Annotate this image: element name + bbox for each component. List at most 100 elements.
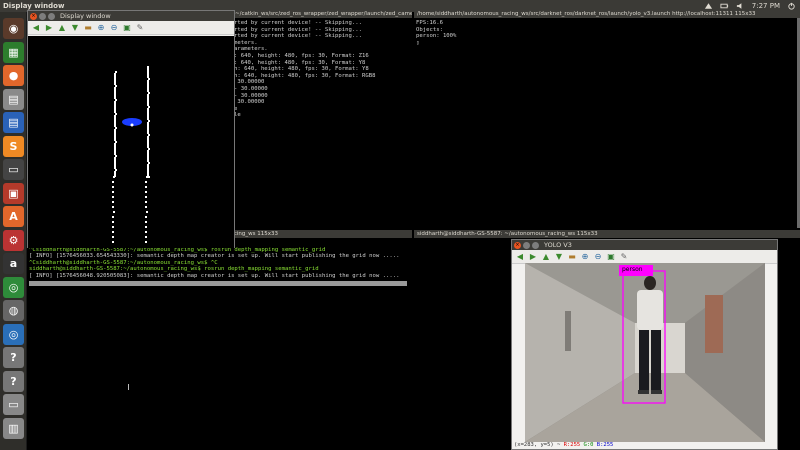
amazon-icon[interactable]: a — [3, 253, 24, 274]
camera-image[interactable]: person — [525, 263, 765, 442]
terminal-yolo-launch[interactable]: /home/siddharth/autonomous_racing_ws/src… — [414, 10, 800, 228]
save-icon[interactable]: ▣ — [122, 23, 132, 33]
battery-icon[interactable] — [720, 2, 729, 10]
terminal-cursor-line — [29, 280, 407, 286]
grid-point — [115, 127, 117, 129]
grid-point — [112, 221, 114, 223]
fit-icon[interactable]: ▬ — [83, 23, 93, 33]
grid-point — [114, 137, 116, 139]
grid-point — [114, 149, 116, 151]
unknown-app-2-icon[interactable]: ? — [3, 370, 24, 392]
calc-icon[interactable]: ▦ — [3, 41, 24, 63]
zoom-in-icon[interactable]: ⊕ — [580, 252, 590, 262]
grid-point — [114, 147, 116, 149]
close-icon[interactable]: × — [514, 241, 521, 249]
clock[interactable]: 7:27 PM — [752, 2, 780, 10]
grid-point — [147, 80, 149, 82]
arrow-up-icon[interactable]: ▲ — [57, 23, 67, 33]
terminal-line: - 30.00000 — [234, 92, 268, 99]
grid-point — [145, 206, 147, 208]
terminal-line: 30.00000 — [234, 99, 265, 106]
display-window[interactable]: × Display window ◀ ▶ ▲ ▼ ▬ ⊕ ⊖ ▣ ✎ — [27, 10, 235, 248]
terminal-line: person: 100% — [416, 33, 457, 40]
grid-point — [147, 150, 149, 152]
grid-point — [112, 191, 114, 193]
grid-point — [145, 216, 147, 218]
disk-icon[interactable]: ◍ — [3, 300, 24, 321]
terminal-line: - 30.00000 — [234, 85, 268, 92]
maximize-icon[interactable] — [532, 241, 539, 249]
grid-point — [114, 101, 116, 103]
trash-icon[interactable]: ▥ — [3, 417, 24, 439]
grid-point — [147, 172, 149, 174]
maximize-icon[interactable] — [48, 12, 55, 20]
grid-point — [147, 68, 149, 70]
sublime-icon[interactable]: S — [3, 135, 24, 157]
terminal-line: arameters. — [234, 46, 268, 53]
yolo-window[interactable]: × YOLO V3 ◀ ▶ ▲ ▼ ▬ ⊕ ⊖ ▣ ✎ person (x=28… — [511, 239, 778, 450]
window-titlebar[interactable]: × YOLO V3 — [512, 240, 777, 250]
grid-point — [147, 104, 149, 106]
grid-point — [114, 81, 116, 83]
impress-icon[interactable]: ▣ — [3, 182, 24, 204]
network-icon[interactable] — [704, 2, 713, 10]
window-titlebar[interactable]: × Display window — [28, 11, 234, 21]
window-title: Display window — [60, 12, 111, 20]
grid-point — [147, 168, 149, 170]
files-icon[interactable]: ▤ — [3, 88, 24, 110]
grid-point — [115, 141, 117, 143]
terminal-semantic-grid[interactable]: omous_racing_ws 115x33 th_mapping semant… — [27, 230, 412, 450]
volume-icon[interactable] — [736, 2, 745, 10]
close-icon[interactable]: × — [30, 12, 37, 20]
arrow-left-icon[interactable]: ◀ — [515, 252, 525, 262]
grid-point — [146, 176, 148, 178]
minimize-icon[interactable] — [39, 12, 46, 20]
window-title: YOLO V3 — [544, 241, 572, 249]
drive-icon[interactable]: ▭ — [3, 394, 24, 415]
power-icon[interactable] — [787, 2, 796, 10]
terminal-icon[interactable]: ▭ — [3, 159, 24, 180]
occupancy-grid-image[interactable] — [28, 36, 234, 248]
unknown-app-1-icon[interactable]: ? — [3, 347, 24, 368]
grid-point — [114, 89, 116, 91]
properties-icon[interactable]: ✎ — [135, 23, 145, 33]
grid-point — [147, 86, 149, 88]
grid-point — [148, 162, 150, 164]
grid-point — [148, 148, 150, 150]
chrome-icon[interactable]: ◎ — [3, 323, 24, 345]
zoom-out-icon[interactable]: ⊖ — [109, 23, 119, 33]
save-icon[interactable]: ▣ — [606, 252, 616, 262]
grid-point — [145, 231, 147, 233]
grid-point — [147, 174, 149, 176]
grid-point — [112, 236, 114, 238]
arrow-right-icon[interactable]: ▶ — [44, 23, 54, 33]
settings-icon[interactable]: ⚙ — [3, 229, 24, 251]
arrow-up-icon[interactable]: ▲ — [541, 252, 551, 262]
zoom-out-icon[interactable]: ⊖ — [593, 252, 603, 262]
grid-point — [147, 170, 149, 172]
firefox-icon[interactable]: ● — [3, 65, 24, 86]
arrow-left-icon[interactable]: ◀ — [31, 23, 41, 33]
grid-point — [147, 98, 149, 100]
dash-icon[interactable]: ◉ — [3, 18, 24, 39]
grid-point — [114, 73, 116, 75]
arrow-down-icon[interactable]: ▼ — [554, 252, 564, 262]
zoom-in-icon[interactable]: ⊕ — [96, 23, 106, 33]
grid-point — [112, 186, 114, 188]
arrow-right-icon[interactable]: ▶ — [528, 252, 538, 262]
terminal-line: rted by current device! -- Skipping... — [234, 33, 362, 40]
grid-point — [115, 85, 117, 87]
terminal-zed-launch[interactable]: ~/catkin_ws/src/zed_ros_wrapper/zed_wrap… — [232, 10, 412, 228]
terminal-line: siddharth@siddharth-GS-5587:~/autonomous… — [29, 266, 319, 273]
properties-icon[interactable]: ✎ — [619, 252, 629, 262]
fit-icon[interactable]: ▬ — [567, 252, 577, 262]
grid-point — [114, 167, 116, 169]
grid-point — [147, 76, 149, 78]
green-globe-icon[interactable]: ◎ — [3, 276, 24, 298]
arrow-down-icon[interactable]: ▼ — [70, 23, 80, 33]
software-icon[interactable]: A — [3, 206, 24, 227]
minimize-icon[interactable] — [523, 241, 530, 249]
writer-icon[interactable]: ▤ — [3, 112, 24, 133]
grid-point — [114, 157, 116, 159]
grid-point — [147, 136, 149, 138]
